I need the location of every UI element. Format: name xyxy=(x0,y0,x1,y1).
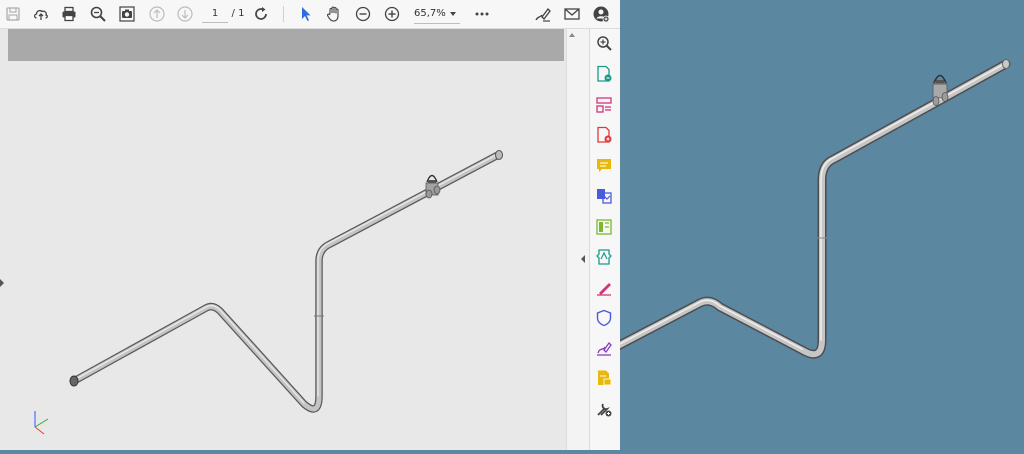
pdf-viewer: 1 / 1 65,7% xyxy=(0,0,621,450)
send-comment-icon[interactable] xyxy=(594,368,614,388)
hand-icon[interactable] xyxy=(323,3,345,25)
valve-model xyxy=(425,174,441,199)
comment-icon[interactable] xyxy=(594,156,614,176)
right-pane-collapse[interactable] xyxy=(579,29,589,450)
vertical-scrollbar[interactable] xyxy=(566,29,579,450)
fill-sign-icon[interactable] xyxy=(594,278,614,298)
sign-icon[interactable] xyxy=(532,3,554,25)
zoom-level-value: 65,7% xyxy=(414,8,446,19)
axis-triad xyxy=(34,411,49,435)
account-icon[interactable] xyxy=(590,3,612,25)
chevron-left-icon[interactable] xyxy=(581,255,585,263)
camera-icon[interactable] xyxy=(116,3,138,25)
page-header-strip xyxy=(8,29,564,61)
organize-pages-icon[interactable] xyxy=(594,95,614,115)
3d-model-pipe[interactable] xyxy=(8,61,564,450)
app-window: 1 / 1 65,7% xyxy=(0,0,1024,450)
more-icon[interactable] xyxy=(471,3,493,25)
email-icon[interactable] xyxy=(561,3,583,25)
page-total: / 1 xyxy=(231,8,245,19)
create-pdf-icon[interactable] xyxy=(594,125,614,145)
zoom-tool-icon[interactable] xyxy=(594,33,614,53)
zoom-level-input[interactable]: 65,7% xyxy=(414,5,460,24)
3d-model-pipe-large[interactable] xyxy=(609,0,1024,450)
cloud-upload-icon[interactable] xyxy=(30,3,52,25)
rotate-icon[interactable] xyxy=(250,3,272,25)
save-icon[interactable] xyxy=(2,3,24,25)
3d-viewport[interactable] xyxy=(609,0,1024,450)
arrow-down-circle-icon[interactable] xyxy=(174,3,196,25)
export-pdf-icon[interactable] xyxy=(594,64,614,84)
toolbar: 1 / 1 65,7% xyxy=(0,0,620,29)
cursor-icon[interactable] xyxy=(295,3,317,25)
more-tools-icon[interactable] xyxy=(594,399,614,419)
protect-icon[interactable] xyxy=(594,308,614,328)
acrobat-scan-icon[interactable] xyxy=(594,247,614,267)
zoom-in-icon[interactable] xyxy=(381,3,403,25)
combine-files-icon[interactable] xyxy=(594,186,614,206)
send-for-signature-icon[interactable] xyxy=(594,338,614,358)
zoom-out-icon[interactable] xyxy=(352,3,374,25)
magnifier-icon[interactable] xyxy=(87,3,109,25)
chevron-down-icon[interactable] xyxy=(450,12,456,16)
pdf-page[interactable] xyxy=(8,61,564,450)
document-area xyxy=(0,29,566,450)
scroll-up-arrow[interactable] xyxy=(569,33,575,37)
print-icon[interactable] xyxy=(58,3,80,25)
edit-pdf-icon[interactable] xyxy=(594,217,614,237)
left-pane-toggle[interactable] xyxy=(0,279,4,287)
page-number-input[interactable]: 1 xyxy=(202,6,228,23)
toolbar-divider xyxy=(283,6,284,22)
arrow-up-circle-icon[interactable] xyxy=(146,3,168,25)
